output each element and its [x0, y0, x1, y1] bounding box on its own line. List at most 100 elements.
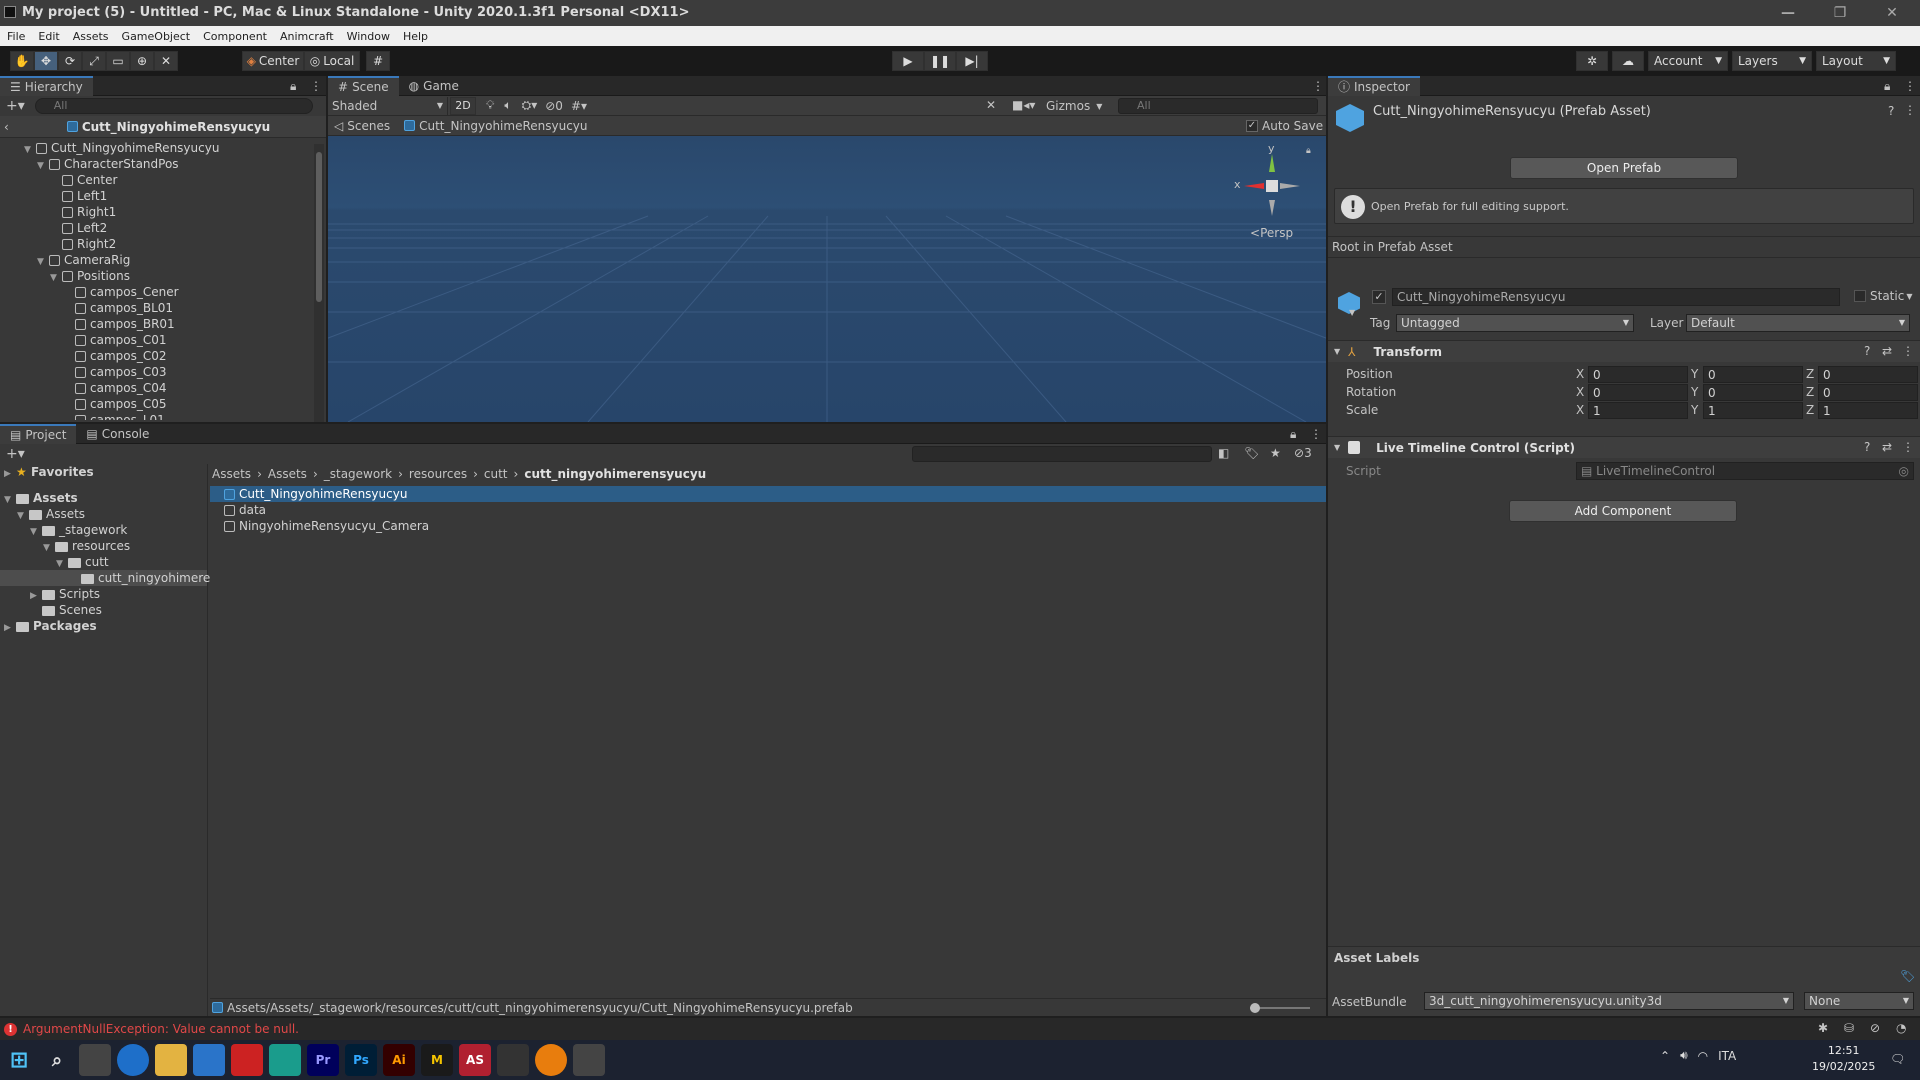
folder-tree-item[interactable]: ▼ cutt: [0, 554, 207, 570]
camera-icon[interactable]: ■◂▾: [1012, 98, 1035, 112]
more-options-icon[interactable]: ⋮: [1310, 427, 1322, 441]
component-header[interactable]: ▼ Live Timeline Control (Script) ? ⇄ ⋮: [1328, 436, 1920, 458]
zoom-slider-handle[interactable]: [1250, 1003, 1260, 1013]
hierarchy-item[interactable]: Right2: [0, 236, 326, 252]
breadcrumb-item[interactable]: cutt: [484, 467, 508, 481]
axis-x-label[interactable]: X: [1576, 367, 1584, 381]
axis-z-label[interactable]: Z: [1806, 385, 1814, 399]
taskbar-app-icon[interactable]: Ps: [345, 1044, 377, 1076]
more-options-icon[interactable]: ⋮: [1904, 103, 1916, 117]
tab-scene[interactable]: # Scene: [328, 75, 399, 96]
transform-y-field[interactable]: 0: [1703, 384, 1803, 401]
scene-viewport[interactable]: y x 🔒︎ <Persp: [328, 136, 1326, 422]
edge-icon[interactable]: [117, 1044, 149, 1076]
shading-dropdown[interactable]: Shaded ▼: [328, 96, 448, 115]
cloud-icon[interactable]: ☁: [1612, 51, 1644, 71]
hierarchy-item[interactable]: Center: [0, 172, 326, 188]
presets-icon[interactable]: ⇄: [1882, 440, 1892, 454]
hierarchy-item[interactable]: campos_C01: [0, 332, 326, 348]
account-dropdown[interactable]: Account ▼: [1648, 51, 1728, 71]
breadcrumb-scenes[interactable]: Scenes: [347, 119, 390, 133]
filter-type-icon[interactable]: ◧: [1218, 446, 1229, 460]
menu-edit[interactable]: Edit: [38, 30, 59, 43]
menu-help[interactable]: Help: [403, 30, 428, 43]
unity-taskbar-icon[interactable]: [497, 1044, 529, 1076]
expand-arrow-icon[interactable]: ▼: [17, 508, 29, 524]
tray-overflow-icon[interactable]: ⌃: [1660, 1049, 1670, 1063]
close-icon[interactable]: ✕: [1872, 2, 1912, 24]
layers-dropdown[interactable]: Layers ▼: [1732, 51, 1812, 71]
hierarchy-item[interactable]: campos_Cener: [0, 284, 326, 300]
filter-label-icon[interactable]: 🏷︎: [1244, 446, 1259, 460]
expand-arrow-icon[interactable]: ▼: [4, 492, 16, 508]
maximize-icon[interactable]: ❐: [1820, 2, 1860, 24]
store-icon[interactable]: [193, 1044, 225, 1076]
step-button[interactable]: ▶|: [956, 51, 988, 71]
static-checkbox[interactable]: [1854, 290, 1866, 302]
hierarchy-item[interactable]: campos_BR01: [0, 316, 326, 332]
breadcrumb-item[interactable]: cutt_ningyohimerensyucyu: [524, 467, 706, 481]
menu-file[interactable]: File: [7, 30, 25, 43]
app-red-icon[interactable]: [231, 1044, 263, 1076]
expand-arrow-icon[interactable]: ▼: [37, 254, 49, 270]
tab-game[interactable]: ◍ Game: [399, 76, 469, 96]
assetbundle-dropdown[interactable]: 3d_cutt_ningyohimerensyucyu.unity3d ▼: [1424, 992, 1794, 1010]
pivot-center-button[interactable]: ◈ Center: [242, 51, 304, 71]
breadcrumb-prefab[interactable]: Cutt_NingyohimeRensyucyu: [419, 119, 587, 133]
back-icon[interactable]: ‹: [4, 120, 9, 134]
static-toggle[interactable]: Static ▼: [1854, 289, 1912, 303]
auto-save-toggle[interactable]: ✓ Auto Save: [1246, 119, 1323, 133]
transform-y-field[interactable]: 0: [1703, 366, 1803, 383]
folder-tree-item[interactable]: ▶ Scripts: [0, 586, 207, 602]
hierarchy-item[interactable]: ▼ Positions: [0, 268, 326, 284]
expand-arrow-icon[interactable]: ▼: [30, 524, 42, 540]
hidden-objects-icon[interactable]: ⊘0: [545, 99, 563, 113]
terminal-icon[interactable]: [573, 1044, 605, 1076]
help-icon[interactable]: ?: [1888, 104, 1894, 118]
breadcrumb-item[interactable]: resources: [409, 467, 467, 481]
target-icon[interactable]: ◎: [1899, 463, 1909, 479]
folder-tree-item[interactable]: ▼ resources: [0, 538, 207, 554]
search-icon[interactable]: ⌕: [41, 1044, 73, 1076]
transform-tool-icon[interactable]: ⊕: [130, 51, 154, 71]
hierarchy-item[interactable]: Left1: [0, 188, 326, 204]
axis-y-label[interactable]: Y: [1691, 367, 1698, 381]
folder-tree-item[interactable]: ▼ Assets: [0, 506, 207, 522]
network-icon[interactable]: ◠: [1698, 1049, 1708, 1063]
taskbar-app-icon[interactable]: Ai: [383, 1044, 415, 1076]
scene-search-input[interactable]: All: [1118, 98, 1318, 114]
folder-tree-item[interactable]: Scenes: [0, 602, 207, 618]
projection-label[interactable]: <Persp: [1250, 226, 1293, 240]
app-teal-icon[interactable]: [269, 1044, 301, 1076]
scrollbar-thumb[interactable]: [316, 152, 322, 302]
add-icon[interactable]: +▾: [6, 446, 25, 462]
custom-tool-icon[interactable]: ✕: [154, 51, 178, 71]
favorite-star-icon[interactable]: ★: [1270, 446, 1281, 460]
layer-dropdown[interactable]: Default ▼: [1686, 314, 1910, 332]
auto-gen-icon[interactable]: ⊘: [1870, 1021, 1880, 1035]
hierarchy-item[interactable]: Left2: [0, 220, 326, 236]
help-icon[interactable]: ?: [1864, 344, 1870, 358]
breadcrumb-item[interactable]: Assets: [268, 467, 307, 481]
hierarchy-scrollbar[interactable]: [314, 144, 324, 422]
lock-icon[interactable]: 🔒︎: [1306, 146, 1311, 156]
folder-tree-item[interactable]: cutt_ningyohimere: [0, 570, 210, 586]
expand-arrow-icon[interactable]: ▼: [50, 270, 62, 286]
breadcrumb-item[interactable]: Assets: [212, 467, 251, 481]
axis-x-label[interactable]: X: [1576, 403, 1584, 417]
taskbar-app-icon[interactable]: AS: [459, 1044, 491, 1076]
tab-hierarchy[interactable]: ☰ Hierarchy: [0, 75, 93, 96]
rect-tool-icon[interactable]: ▭: [106, 51, 130, 71]
hierarchy-item[interactable]: Right1: [0, 204, 326, 220]
folder-tree-item[interactable]: ▼ Assets: [0, 490, 207, 506]
lock-icon[interactable]: 🔒︎: [1290, 427, 1296, 442]
chevron-down-icon[interactable]: ▼: [1349, 308, 1355, 317]
expand-arrow-icon[interactable]: ▼: [24, 142, 36, 158]
asset-list-item[interactable]: Cutt_NingyohimeRensyucyu: [210, 486, 1326, 502]
menu-component[interactable]: Component: [203, 30, 267, 43]
explorer-icon[interactable]: [155, 1044, 187, 1076]
menu-gameobject[interactable]: GameObject: [122, 30, 191, 43]
axis-y-label[interactable]: Y: [1691, 403, 1698, 417]
breadcrumb-item[interactable]: _stagework: [324, 467, 392, 481]
asset-list-item[interactable]: NingyohimeRensyucyu_Camera: [210, 518, 1326, 534]
